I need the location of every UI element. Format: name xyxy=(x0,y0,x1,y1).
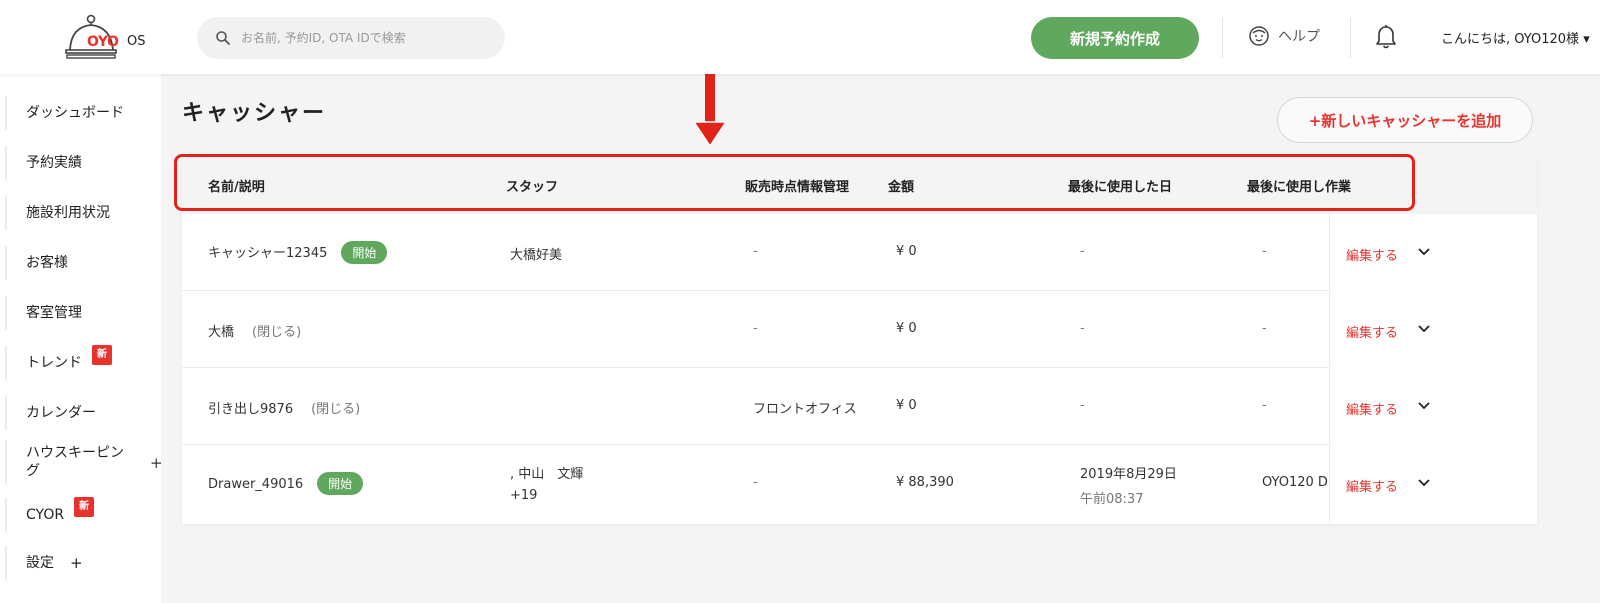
annotation-arrow-icon xyxy=(692,62,728,148)
annotation-highlight-box xyxy=(174,154,1415,211)
sidebar-item-housekeeping[interactable]: ハウスキーピング xyxy=(5,440,161,484)
logo-suffix: OS xyxy=(127,34,146,49)
amount-cell: ¥ 0 xyxy=(896,321,917,336)
new-badge: 新 xyxy=(92,345,112,365)
cashier-name-cell: 大橋 (閉じる) xyxy=(208,321,301,340)
staff-extra-count[interactable]: +19 xyxy=(510,488,537,503)
last-op-cell: - xyxy=(1262,321,1267,336)
chevron-down-icon[interactable] xyxy=(1417,247,1431,257)
chevron-down-icon[interactable] xyxy=(1417,478,1431,488)
edit-link[interactable]: 編集する xyxy=(1346,476,1398,495)
add-cashier-button[interactable]: +新しいキャッシャーを追加 xyxy=(1277,97,1533,143)
sidebar-item-label: 客室管理 xyxy=(26,305,82,321)
amount-cell: ¥ 88,390 xyxy=(896,475,954,490)
chevron-down-icon[interactable] xyxy=(1417,401,1431,411)
sidebar-item-dashboard[interactable]: ダッシュボード xyxy=(5,96,161,130)
row-actions: 編集する xyxy=(1329,368,1537,445)
last-op-cell: OYO120 D xyxy=(1262,475,1328,490)
last-op-cell: - xyxy=(1262,244,1267,259)
sidebar-item-trends[interactable]: トレンド 新 xyxy=(5,345,161,380)
pos-cell: - xyxy=(753,244,758,259)
help-label: ヘルプ xyxy=(1278,29,1320,45)
sidebar-item-label: トレンド xyxy=(26,355,82,371)
row-actions: 編集する xyxy=(1329,291,1537,368)
sidebar-item-calendar[interactable]: カレンダー xyxy=(5,396,161,430)
sidebar-item-cyor[interactable]: CYOR 新 xyxy=(5,497,161,532)
cashier-name: Drawer_49016 xyxy=(208,477,304,492)
table-row[interactable]: Drawer_49016 開始 , 中山 文輝 +19 - ¥ 88,390 20… xyxy=(182,445,1537,522)
table-row[interactable]: キャッシャー12345 開始 大橋好美 - ¥ 0 - - 編集する xyxy=(182,214,1537,291)
logo-text: OYO xyxy=(87,34,119,50)
sidebar-item-settings[interactable]: 設定 + xyxy=(5,546,161,580)
search-input[interactable] xyxy=(241,17,491,59)
search-box[interactable] xyxy=(197,17,505,59)
row-actions: 編集する xyxy=(1329,214,1537,291)
user-greeting-menu[interactable]: こんにちは, OYO120様 ▾ xyxy=(1441,28,1590,47)
pos-cell: - xyxy=(753,321,758,336)
cashier-name-cell: Drawer_49016 開始 xyxy=(208,472,364,495)
new-badge: 新 xyxy=(74,497,95,517)
new-booking-button[interactable]: 新規予約作成 xyxy=(1031,17,1199,59)
sidebar: ダッシュボード 予約実績 施設利用状況 お客様 客室管理 トレンド 新 カレンダ… xyxy=(0,74,163,603)
table-row[interactable]: 引き出し9876 (閉じる) フロントオフィス ¥ 0 - - 編集する xyxy=(182,368,1537,445)
top-bar: OYO OS 新規予約作成 ヘルプ こんにちは, OYO120様 ▾ xyxy=(0,0,1600,74)
sidebar-item-label: カレンダー xyxy=(26,405,96,421)
sidebar-item-guests[interactable]: お客様 xyxy=(5,246,161,280)
sidebar-item-label: 施設利用状況 xyxy=(26,205,110,221)
cashier-name: 引き出し9876 xyxy=(208,402,294,417)
bell-icon[interactable] xyxy=(1375,24,1397,50)
last-op-cell: - xyxy=(1262,398,1267,413)
edit-link[interactable]: 編集する xyxy=(1346,399,1398,418)
sidebar-item-occupancy[interactable]: 施設利用状況 xyxy=(5,196,161,230)
status-badge: 開始 xyxy=(341,241,388,264)
search-icon xyxy=(216,31,230,45)
sidebar-item-room-management[interactable]: 客室管理 xyxy=(5,296,161,330)
staff-cell: , 中山 文輝 xyxy=(510,467,584,482)
sidebar-item-label: 予約実績 xyxy=(26,155,82,171)
edit-link[interactable]: 編集する xyxy=(1346,322,1398,341)
sidebar-item-label: ダッシュボード xyxy=(26,105,124,121)
sidebar-item-label: CYOR xyxy=(26,507,65,523)
divider xyxy=(1350,18,1351,58)
divider xyxy=(1222,18,1223,58)
sidebar-item-label: お客様 xyxy=(26,255,68,271)
sidebar-item-booking-results[interactable]: 予約実績 xyxy=(5,146,161,180)
expand-plus-icon[interactable]: + xyxy=(150,454,163,472)
cashier-name: 大橋 xyxy=(208,325,235,340)
last-date-cell: - xyxy=(1080,321,1085,336)
sidebar-item-label: 設定 xyxy=(26,555,54,571)
cashier-name: キャッシャー12345 xyxy=(208,246,328,261)
pos-cell: - xyxy=(753,475,758,490)
last-date-cell: 2019年8月29日 xyxy=(1080,467,1177,482)
closed-status: (閉じる) xyxy=(311,402,361,417)
staff-cell: 大橋好美 xyxy=(510,248,563,263)
help-link[interactable]: ヘルプ xyxy=(1248,25,1320,47)
page-title: キャッシャー xyxy=(182,101,327,126)
chevron-down-icon[interactable] xyxy=(1417,324,1431,334)
cashier-name-cell: キャッシャー12345 開始 xyxy=(208,241,388,264)
sidebar-item-label: ハウスキーピング xyxy=(26,445,124,479)
amount-cell: ¥ 0 xyxy=(896,398,917,413)
closed-status: (閉じる) xyxy=(252,325,302,340)
amount-cell: ¥ 0 xyxy=(896,244,917,259)
row-actions: 編集する xyxy=(1329,445,1537,522)
last-date-cell: - xyxy=(1080,398,1085,413)
pos-cell: フロントオフィス xyxy=(753,402,857,417)
cashier-table: 名前/説明 スタッフ 販売時点情報管理 金額 最後に使用した日 最後に使用し作業… xyxy=(182,156,1537,524)
last-time-cell: 午前08:37 xyxy=(1080,492,1144,507)
edit-link[interactable]: 編集する xyxy=(1346,245,1398,264)
status-badge: 開始 xyxy=(317,472,364,495)
table-row[interactable]: 大橋 (閉じる) - ¥ 0 - - 編集する xyxy=(182,291,1537,368)
help-face-icon xyxy=(1249,26,1269,46)
last-date-cell: - xyxy=(1080,244,1085,259)
expand-plus-icon[interactable]: + xyxy=(70,554,83,572)
oyo-os-logo[interactable]: OYO OS xyxy=(64,14,154,62)
cashier-name-cell: 引き出し9876 (閉じる) xyxy=(208,398,360,417)
